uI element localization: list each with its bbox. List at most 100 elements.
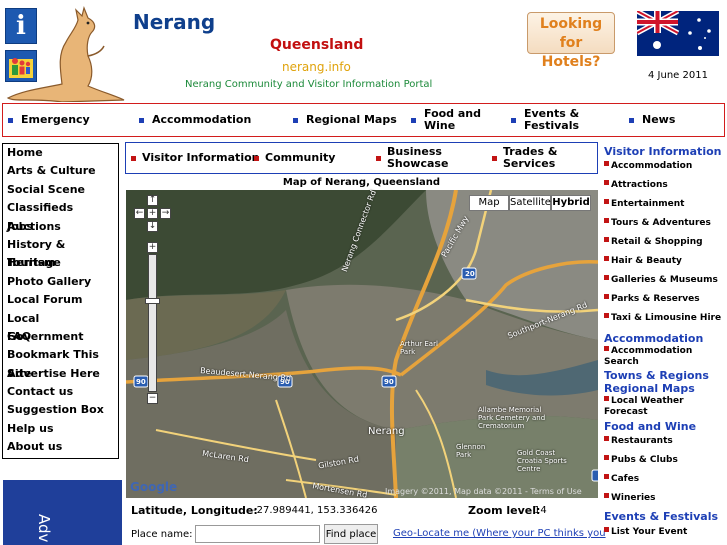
pan-center-icon[interactable]: +: [147, 208, 158, 219]
bullet-icon: [604, 436, 609, 441]
pan-down-icon[interactable]: ↓: [147, 221, 158, 232]
left-menu-suggestion-box[interactable]: Suggestion Box: [3, 401, 118, 419]
map-type-hybrid[interactable]: Hybrid: [551, 195, 591, 211]
right-heading-events[interactable]: Events & Festivals: [604, 510, 718, 523]
right-item-pubs[interactable]: Pubs & Clubs: [604, 455, 678, 466]
left-menu-classifieds[interactable]: Classifieds Auctions: [3, 199, 118, 232]
geo-locate-link[interactable]: Geo-Locate me (Where your PC thinks you: [393, 528, 606, 539]
left-menu-local-government[interactable]: Local Government: [3, 310, 118, 343]
right-item-label: Tours & Adventures: [611, 218, 711, 228]
left-menu-arts-culture[interactable]: Arts & Culture: [3, 162, 118, 180]
left-menu-home[interactable]: Home: [3, 144, 118, 162]
left-menu-about[interactable]: About us: [3, 438, 118, 456]
bullet-icon: [604, 199, 609, 204]
pan-up-icon[interactable]: ↑: [147, 195, 158, 206]
left-menu-history[interactable]: History & Heritage: [3, 236, 118, 269]
bullet-icon: [604, 180, 609, 185]
nav-events-festivals[interactable]: Events & Festivals: [511, 108, 591, 132]
current-date: 4 June 2011: [648, 70, 708, 81]
right-heading-food[interactable]: Food and Wine: [604, 420, 696, 433]
bullet-icon: [376, 155, 381, 161]
zoom-slider-track[interactable]: [148, 254, 157, 392]
nav-label: Events & Festivals: [524, 107, 580, 132]
map-type-satellite[interactable]: Satellite: [509, 195, 551, 211]
nav-accommodation[interactable]: Accommodation: [139, 114, 251, 126]
right-item-galleries[interactable]: Galleries & Museums: [604, 275, 718, 286]
nav-food-and-wine[interactable]: Food and Wine: [411, 108, 481, 132]
advert-banner[interactable]: Adv: [3, 480, 122, 545]
right-item-parks[interactable]: Parks & Reserves: [604, 294, 700, 305]
google-logo[interactable]: Google: [130, 480, 177, 494]
nav-regional-maps[interactable]: Regional Maps: [293, 114, 397, 126]
right-item-label: List Your Event: [611, 527, 688, 537]
bullet-icon: [8, 117, 13, 123]
right-item-label: Local Weather Forecast: [604, 396, 684, 417]
right-item-label: Galleries & Museums: [611, 275, 718, 285]
right-item-restaurants[interactable]: Restaurants: [604, 436, 673, 447]
hotels-button[interactable]: Looking for Hotels?: [527, 12, 615, 70]
pan-left-icon[interactable]: ←: [134, 208, 145, 219]
sub-navigation: Visitor Information Community Business S…: [125, 142, 598, 174]
family-icon[interactable]: [5, 50, 37, 82]
right-item-attractions[interactable]: Attractions: [604, 180, 668, 191]
right-item-accommodation[interactable]: Accommodation: [604, 161, 692, 172]
right-item-hair-beauty[interactable]: Hair & Beauty: [604, 256, 682, 267]
map-type-map[interactable]: Map: [469, 195, 509, 211]
right-item-label: Pubs & Clubs: [611, 455, 678, 465]
portal-tagline: Nerang Community and Visitor Information…: [185, 79, 433, 90]
state-name: Queensland: [270, 37, 364, 53]
subnav-business-showcase[interactable]: Business Showcase: [376, 146, 456, 170]
bullet-icon: [254, 155, 259, 161]
subnav-label: Visitor Information: [142, 151, 260, 164]
right-heading-accommodation[interactable]: Accommodation: [604, 332, 703, 345]
right-item-retail[interactable]: Retail & Shopping: [604, 237, 703, 248]
map-copyright[interactable]: Imagery ©2011, Map data ©2011 - Terms of…: [385, 487, 582, 496]
nav-news[interactable]: News: [629, 114, 675, 126]
nav-label: Food and Wine: [424, 107, 482, 132]
right-item-entertainment[interactable]: Entertainment: [604, 199, 684, 210]
map-label-goldcoast: Gold Coast Croatia Sports Centre: [517, 449, 567, 473]
place-name-label: Place name:: [131, 529, 193, 540]
right-item-label: Cafes: [611, 474, 640, 484]
right-item-list-event[interactable]: List Your Event: [604, 527, 687, 538]
left-menu-bookmark[interactable]: Bookmark This Site: [3, 346, 118, 379]
right-item-accommodation-search[interactable]: Accommodation Search: [604, 346, 722, 368]
find-place-button[interactable]: Find place: [324, 524, 378, 544]
zoom-out-icon[interactable]: −: [147, 393, 158, 404]
left-menu-help[interactable]: Help us: [3, 420, 118, 438]
map-shield-90: 90: [136, 378, 146, 386]
bullet-icon: [604, 455, 609, 460]
subnav-trades-services[interactable]: Trades & Services: [492, 146, 567, 170]
right-item-label: Restaurants: [611, 436, 673, 446]
place-name-input[interactable]: [195, 525, 320, 543]
right-heading-regional-maps[interactable]: Regional Maps: [604, 382, 695, 395]
left-menu-photo-gallery[interactable]: Photo Gallery: [3, 273, 118, 291]
pan-right-icon[interactable]: →: [160, 208, 171, 219]
right-heading-visitor[interactable]: Visitor Information: [604, 145, 721, 158]
map-label-nerang: Nerang: [368, 426, 405, 437]
right-heading-towns[interactable]: Towns & Regions: [604, 369, 709, 382]
left-menu-advertise[interactable]: Advertise Here: [3, 365, 118, 383]
bullet-icon: [604, 346, 609, 351]
map-shield-20: 20: [465, 270, 475, 278]
site-title[interactable]: Nerang: [133, 10, 215, 34]
right-item-wineries[interactable]: Wineries: [604, 493, 656, 504]
left-menu-social-scene[interactable]: Social Scene: [3, 181, 118, 199]
right-item-label: Wineries: [611, 493, 656, 503]
zoom-slider-thumb[interactable]: [145, 298, 160, 304]
nav-emergency[interactable]: Emergency: [8, 114, 90, 126]
subnav-visitor-information[interactable]: Visitor Information: [131, 152, 259, 164]
subnav-label: Trades & Services: [503, 145, 558, 170]
map-label-allambe: Allambe Memorial Park Cemetery and Crema…: [478, 406, 546, 430]
right-item-cafes[interactable]: Cafes: [604, 474, 639, 485]
right-item-taxi[interactable]: Taxi & Limousine Hire: [604, 313, 721, 324]
map-label-arthur: Arthur Earl Park: [400, 340, 438, 356]
left-menu-local-forum[interactable]: Local Forum: [3, 291, 118, 309]
right-item-tours[interactable]: Tours & Adventures: [604, 218, 711, 229]
subnav-community[interactable]: Community: [254, 152, 335, 164]
left-menu-contact[interactable]: Contact us: [3, 383, 118, 401]
zoom-level-value: 14: [534, 505, 547, 516]
zoom-in-icon[interactable]: +: [147, 242, 158, 253]
info-icon[interactable]: i: [5, 8, 37, 44]
right-item-weather[interactable]: Local Weather Forecast: [604, 396, 716, 418]
